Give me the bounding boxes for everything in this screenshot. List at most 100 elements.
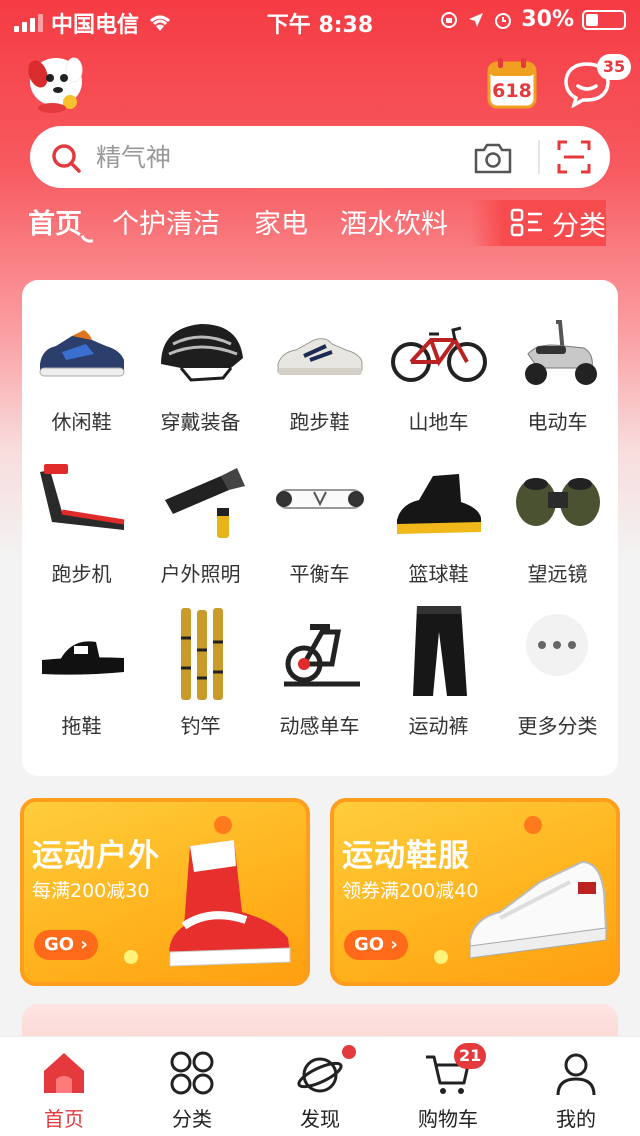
more-icon xyxy=(526,614,588,676)
profile-icon xyxy=(556,1053,596,1096)
scan-icon[interactable] xyxy=(556,139,592,175)
red-sneaker-icon xyxy=(169,840,291,967)
jd-logo-icon[interactable] xyxy=(22,52,92,114)
battery-icon xyxy=(582,9,626,30)
promo-card-outdoor[interactable]: 运动户外 每满200减30 GO › xyxy=(20,798,310,986)
category-button-label: 分类 xyxy=(552,210,606,242)
promo-title: 运动鞋服 xyxy=(342,838,470,874)
category-item-mountain-bike[interactable]: 山地车 xyxy=(379,280,498,434)
category-label: 篮球鞋 xyxy=(408,562,469,586)
location-icon xyxy=(469,12,484,27)
category-item-hoverboard[interactable]: 平衡车 xyxy=(260,432,379,586)
message-count-badge: 35 xyxy=(597,54,631,80)
nav-discover[interactable]: 发现 xyxy=(256,1037,384,1136)
calendar-badge-text: 618 xyxy=(492,80,532,102)
category-label: 平衡车 xyxy=(289,562,350,586)
category-label: 电动车 xyxy=(527,410,588,434)
decor-ball xyxy=(124,950,138,964)
promo-subtitle: 领券满200减40 xyxy=(342,880,479,902)
home-icon xyxy=(44,1053,84,1093)
nav-cart[interactable]: 购物车 xyxy=(384,1037,512,1136)
category-item-casual-shoes[interactable]: 休闲鞋 xyxy=(22,280,141,434)
category-item-spin-bike[interactable]: 动感单车 xyxy=(260,584,379,738)
category-grid: 休闲鞋 穿戴装备 跑步鞋 山地车 电动车 跑步机 户外照明 平衡车 篮球鞋 望远… xyxy=(22,280,618,776)
tab-personal-care[interactable]: 个护清洁 xyxy=(112,202,220,241)
active-tab-indicator xyxy=(80,232,94,246)
category-grid-icon xyxy=(510,208,542,237)
nav-label: 分类 xyxy=(172,1107,212,1131)
category-icon xyxy=(170,1051,214,1095)
category-label: 山地车 xyxy=(408,410,469,434)
category-label: 穿戴装备 xyxy=(160,410,241,434)
category-item-sweatpants[interactable]: 运动裤 xyxy=(379,584,498,738)
search-divider xyxy=(538,140,540,174)
category-label: 拖鞋 xyxy=(61,714,102,738)
battery-percent: 30% xyxy=(521,7,574,32)
category-item-basketball-shoes[interactable]: 篮球鞋 xyxy=(379,432,498,586)
category-item-e-scooter[interactable]: 电动车 xyxy=(498,280,617,434)
tab-drinks[interactable]: 酒水饮料 xyxy=(340,202,448,241)
category-label: 跑步机 xyxy=(51,562,112,586)
category-label: 望远镜 xyxy=(527,562,588,586)
category-item-running-shoes[interactable]: 跑步鞋 xyxy=(260,280,379,434)
nav-label: 我的 xyxy=(556,1107,596,1131)
treadmill-icon xyxy=(40,464,125,530)
promo-title: 运动户外 xyxy=(32,838,160,874)
category-item-binoculars[interactable]: 望远镜 xyxy=(498,432,617,586)
promo-go-button[interactable]: GO › xyxy=(344,930,408,960)
category-label: 跑步鞋 xyxy=(289,410,350,434)
binoculars-icon xyxy=(516,478,600,526)
category-item-slippers[interactable]: 拖鞋 xyxy=(22,584,141,738)
fishing-rod-icon xyxy=(181,608,223,700)
nav-label: 购物车 xyxy=(418,1107,478,1131)
category-label: 动感单车 xyxy=(279,714,360,738)
category-item-fishing-rod[interactable]: 钓竿 xyxy=(141,584,260,738)
helmet-icon xyxy=(161,324,243,382)
category-item-treadmill[interactable]: 跑步机 xyxy=(22,432,141,586)
calendar-618-icon[interactable]: 618 xyxy=(486,56,538,110)
category-item-outdoor-lighting[interactable]: 户外照明 xyxy=(141,432,260,586)
category-tabs: 首页 个护清洁 家电 酒水饮料 分类 xyxy=(0,200,640,250)
category-label: 运动裤 xyxy=(408,714,469,738)
casual-shoe-icon xyxy=(39,330,125,377)
alarm-icon xyxy=(495,12,512,29)
decor-ball xyxy=(434,950,448,964)
sweatpants-icon xyxy=(413,606,467,696)
jd-home-page: 中国电信 下午 8:38 30% 618 35 精气神 首页 个护清洁 家电 酒… xyxy=(0,0,640,1136)
orientation-lock-icon xyxy=(441,11,458,28)
promo-card-shoes-apparel[interactable]: 运动鞋服 领券满200减40 GO › xyxy=(330,798,620,986)
category-label: 钓竿 xyxy=(180,714,221,738)
app-header: 618 35 xyxy=(0,48,640,118)
camera-icon[interactable] xyxy=(472,140,514,176)
category-label: 更多分类 xyxy=(517,714,598,738)
tab-appliances[interactable]: 家电 xyxy=(254,202,308,241)
search-input[interactable] xyxy=(96,126,456,188)
category-label: 休闲鞋 xyxy=(51,410,112,434)
category-item-more[interactable]: 更多分类 xyxy=(498,584,617,738)
discover-notification-dot xyxy=(342,1045,356,1059)
category-button[interactable]: 分类 xyxy=(502,200,606,246)
nav-profile[interactable]: 我的 xyxy=(512,1037,640,1136)
flashlight-icon xyxy=(165,468,245,538)
bottom-nav: 首页 分类 发现 购物车 21 我的 xyxy=(0,1036,640,1136)
white-sneaker-icon xyxy=(469,860,608,959)
search-icon xyxy=(52,144,81,173)
nav-category[interactable]: 分类 xyxy=(128,1037,256,1136)
tabs-fade xyxy=(470,200,504,246)
category-card: 休闲鞋 穿戴装备 跑步鞋 山地车 电动车 跑步机 户外照明 平衡车 篮球鞋 望远… xyxy=(22,280,618,776)
spin-bike-icon xyxy=(284,624,360,687)
basketball-shoe-icon xyxy=(397,474,481,534)
mountain-bike-icon xyxy=(391,326,487,382)
search-bar[interactable] xyxy=(30,126,610,188)
nav-label: 发现 xyxy=(300,1107,340,1131)
promo-go-button[interactable]: GO › xyxy=(34,930,98,960)
tab-home[interactable]: 首页 xyxy=(28,202,82,241)
category-item-wear-gear[interactable]: 穿戴装备 xyxy=(141,280,260,434)
category-label: 户外照明 xyxy=(160,562,241,586)
cart-count-badge: 21 xyxy=(454,1043,487,1069)
discover-icon xyxy=(297,1057,343,1093)
nav-label: 首页 xyxy=(44,1107,84,1131)
nav-home[interactable]: 首页 xyxy=(0,1037,128,1136)
running-shoe-icon xyxy=(277,338,363,375)
promo-subtitle: 每满200减30 xyxy=(32,880,150,902)
